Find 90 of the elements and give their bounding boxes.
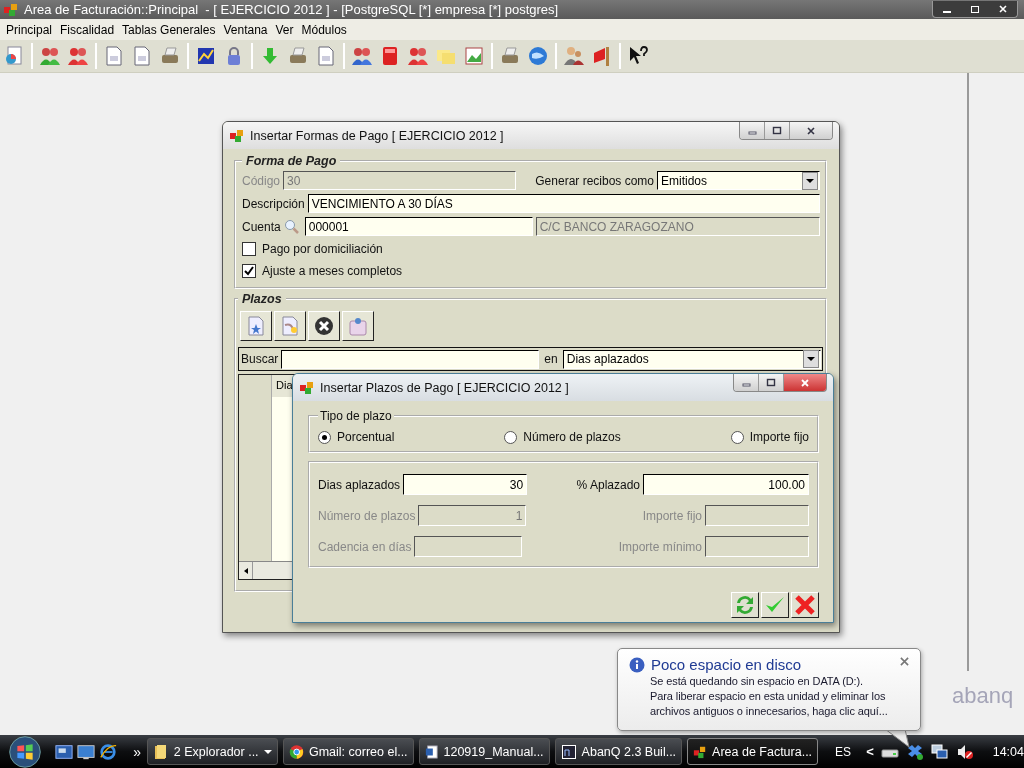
field-label: Buscar: [241, 352, 279, 366]
folder-icon: [152, 743, 169, 760]
dropdown[interactable]: Dias aplazados: [562, 349, 821, 369]
dialog-title: Insertar Plazos de Pago [ EJERCICIO 2012 ]: [320, 380, 569, 395]
restore-icon: [772, 125, 782, 136]
word-document-icon: [424, 743, 439, 760]
field-label: Número de plazos: [318, 508, 416, 523]
radio-button[interactable]: [504, 430, 518, 444]
close-icon: [800, 377, 810, 388]
close-icon[interactable]: [900, 657, 909, 666]
account-name-field: C/C BANCO ZARAGOZANO: [535, 217, 820, 236]
logo-text: abanq: [952, 683, 1014, 709]
globe-icon[interactable]: [526, 44, 550, 68]
account-field[interactable]: 000001: [304, 217, 533, 236]
section-title: Plazos: [241, 292, 283, 306]
caret-icon: [263, 747, 272, 756]
field-label: Generar recibos como: [535, 173, 654, 188]
clock[interactable]: 14:04: [992, 744, 1024, 759]
field-label: en: [544, 352, 558, 366]
dropdown[interactable]: Emitidos: [657, 171, 820, 190]
new-document-icon[interactable]: [240, 311, 272, 341]
taskbar-button[interactable]: 2 Explorador ...: [146, 738, 278, 765]
radio-label: Importe fijo: [749, 430, 809, 444]
muted-speaker-icon[interactable]: [955, 743, 974, 760]
more-button[interactable]: »: [133, 743, 142, 760]
menu-item[interactable]: Principal: [6, 22, 53, 37]
restore-button[interactable]: [759, 374, 784, 391]
checkbox-label: Pago por domiciliación: [262, 242, 383, 256]
checkbox-label: Ajuste a meses completos: [262, 264, 403, 278]
taskbar-button[interactable]: AbanQ 2.3 Buil...: [554, 738, 683, 765]
notification-balloon[interactable]: Poco espacio en disco Se está quedando sin espacio en DATA (D:). Para liberar espacio en esta unidad y eliminar los archivos antiguos o innecesarios, haga clic aquí...: [617, 648, 921, 731]
search-field[interactable]: [281, 349, 540, 369]
radio-label: Número de plazos: [523, 430, 621, 444]
group-title: Tipo de plazo: [319, 409, 393, 423]
radio-button[interactable]: [318, 430, 331, 444]
menu-item[interactable]: Tablas Generales: [122, 22, 216, 37]
app-icon: [560, 743, 577, 760]
windows-icon[interactable]: [55, 742, 74, 761]
restore-icon: [766, 377, 776, 388]
field-label: Dias aplazados: [318, 477, 401, 492]
close-icon: [998, 4, 1008, 14]
info-icon: [629, 656, 645, 673]
description-field[interactable]: VENCIMIENTO A 30 DÍAS: [307, 194, 820, 213]
taskbar-button[interactable]: Gmail: correo el...: [282, 738, 414, 765]
menu-item[interactable]: Fiscalidad: [60, 22, 115, 37]
notification-text: Se está quedando sin espacio en DATA (D:).: [649, 674, 865, 689]
browser-icon: [288, 743, 304, 760]
close-icon: [806, 125, 816, 136]
desktop-icon[interactable]: [77, 742, 96, 761]
number-field[interactable]: 30: [403, 474, 528, 495]
taskbar-button[interactable]: Area de Factura...: [687, 738, 819, 765]
edit-document-icon[interactable]: [274, 311, 306, 341]
language-indicator[interactable]: ES: [835, 744, 852, 759]
minimize-icon: [943, 11, 951, 13]
menu-item[interactable]: Ver: [275, 22, 294, 37]
section-title: Forma de Pago: [245, 154, 338, 168]
network-icon[interactable]: [930, 743, 949, 760]
field-label: Cadencia en días: [318, 539, 412, 554]
refresh-icon[interactable]: [731, 592, 759, 618]
app-icon: [229, 127, 245, 144]
menu-item[interactable]: Módulos: [301, 22, 347, 37]
taskbar-button[interactable]: 120919_Manual...: [418, 738, 550, 765]
notification-title: Poco espacio en disco: [651, 656, 802, 673]
field-label: Cuenta: [242, 219, 281, 234]
checkbox[interactable]: [242, 264, 256, 278]
menu-item[interactable]: Ventana: [223, 22, 268, 37]
restore-icon: [970, 4, 980, 14]
restore-button[interactable]: [765, 122, 790, 139]
delete-icon[interactable]: [308, 311, 340, 341]
window-title: Area de Facturación::Principal - [ EJERCICIO 2012 ] - [PostgreSQL [*] empresa [*] postgres]: [24, 2, 559, 17]
view-icon[interactable]: [342, 311, 374, 341]
app-icon: [3, 1, 19, 18]
field-label: Descripción: [242, 196, 305, 211]
check-icon[interactable]: [761, 592, 789, 618]
dialog-title: Insertar Formas de Pago [ EJERCICIO 2012 ]: [250, 128, 504, 143]
number-field[interactable]: 100.00: [643, 474, 809, 495]
image-icon[interactable]: [462, 44, 486, 68]
radio-label: Porcentual: [337, 430, 395, 444]
app-icon: [299, 379, 315, 396]
show-hidden-icons-button[interactable]: <: [866, 744, 874, 759]
users-icon[interactable]: [562, 44, 586, 68]
notification-text: Para liberar espacio en esta unidad y eliminar los archivos antiguos o innecesarios, haga clic aquí...: [649, 689, 889, 719]
field-label: Código: [242, 173, 281, 188]
field-label: % Aplazado: [576, 477, 640, 492]
field-label: Importe mínimo: [618, 539, 702, 554]
radio-button[interactable]: [730, 430, 744, 444]
field-label: Importe fijo: [642, 508, 702, 523]
browser-icon[interactable]: [99, 742, 118, 761]
checkbox[interactable]: [242, 242, 256, 256]
cancel-icon[interactable]: [791, 592, 819, 618]
